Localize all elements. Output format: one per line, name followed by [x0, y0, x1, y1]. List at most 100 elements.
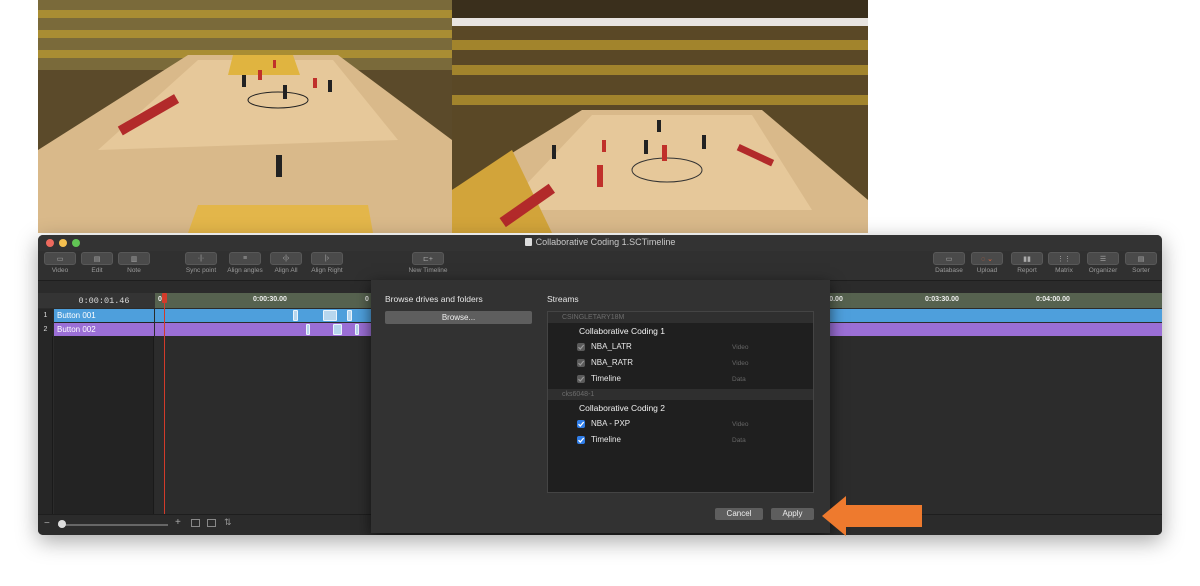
add-row-icon[interactable]: [191, 519, 200, 527]
toolbar-note-button[interactable]: ▥ Note: [116, 252, 152, 280]
toolbar-align-right-button[interactable]: |› Align Right: [306, 252, 348, 280]
stream-row-nba-latr[interactable]: NBA_LATR Video: [548, 340, 813, 354]
toolbar-upload-label: Upload: [976, 267, 998, 274]
timeline-clip[interactable]: [355, 324, 359, 335]
checkmark-icon: [578, 376, 585, 382]
zoom-slider-thumb[interactable]: [58, 520, 66, 528]
stream-row-timeline-2[interactable]: Timeline Data: [548, 433, 813, 447]
toolbar-report-label: Report: [1017, 267, 1037, 274]
row-number: 2: [38, 323, 53, 336]
database-icon: ▭: [933, 252, 965, 265]
align-angles-icon: ≡: [229, 252, 261, 265]
ruler-label: 0:00:30.00: [253, 296, 287, 303]
row-label-button-001[interactable]: Button 001: [54, 309, 154, 322]
timecode-display: 0:00:01.46: [78, 296, 130, 306]
streams-heading: Streams: [547, 294, 579, 304]
toolbar-video-label: Video: [51, 267, 69, 274]
stream-row-timeline-1[interactable]: Timeline Data: [548, 372, 813, 386]
window-title-text: Collaborative Coding 1.SCTimeline: [535, 237, 676, 247]
toolbar-matrix-button[interactable]: ⋮⋮ Matrix: [1046, 252, 1082, 280]
toolbar-sync-point-label: Sync point: [185, 267, 217, 274]
zoom-in-icon[interactable]: +: [175, 517, 181, 528]
toolbar: ▭ Video ▤ Edit ▥ Note ·|· Sync point ≡ Align …: [38, 251, 1162, 281]
report-icon: ▮▮: [1011, 252, 1043, 265]
toolbar-align-all-button[interactable]: ‹|› Align All: [268, 252, 304, 280]
callout-arrow-icon: [822, 496, 922, 536]
playhead[interactable]: [164, 293, 165, 514]
row-number: 1: [38, 309, 53, 322]
ruler-label: 0:04:00.00: [1036, 296, 1070, 303]
toolbar-video-button[interactable]: ▭ Video: [42, 252, 78, 280]
remove-row-icon[interactable]: [207, 519, 216, 527]
toolbar-edit-label: Edit: [91, 267, 103, 274]
basketball-court-image: [38, 0, 452, 233]
toolbar-matrix-label: Matrix: [1055, 267, 1073, 274]
stream-type: Data: [732, 437, 746, 444]
stream-type: Video: [732, 344, 749, 351]
stream-group-header: cks6048-1: [548, 389, 813, 400]
stream-checkbox[interactable]: [577, 436, 585, 444]
document-icon: [524, 238, 532, 246]
stream-row-nba-pxp[interactable]: NBA - PXP Video: [548, 417, 813, 431]
stream-name: Timeline: [591, 374, 621, 383]
matrix-icon: ⋮⋮: [1048, 252, 1080, 265]
timeline-clip[interactable]: [333, 324, 342, 335]
toolbar-report-button[interactable]: ▮▮ Report: [1009, 252, 1045, 280]
playhead-handle[interactable]: [162, 293, 167, 303]
timeline-clip[interactable]: [306, 324, 310, 335]
toolbar-database-button[interactable]: ▭ Database: [931, 252, 967, 280]
toolbar-new-timeline-label: New Timeline: [408, 267, 448, 274]
cancel-button[interactable]: Cancel: [715, 508, 763, 520]
sort-icon[interactable]: ⇅: [224, 517, 232, 528]
stream-type: Video: [732, 360, 749, 367]
browse-button[interactable]: Browse...: [385, 311, 532, 324]
checkmark-icon: [578, 437, 585, 443]
toolbar-organizer-button[interactable]: ☰ Organizer: [1084, 252, 1122, 280]
apply-button[interactable]: Apply: [771, 508, 814, 520]
stream-name: Timeline: [591, 435, 621, 444]
timeline-clip[interactable]: [293, 310, 298, 321]
checkmark-icon: [578, 360, 585, 366]
stream-row-nba-ratr[interactable]: NBA_RATR Video: [548, 356, 813, 370]
toolbar-align-right-label: Align Right: [311, 267, 343, 274]
sync-point-icon: ·|·: [185, 252, 217, 265]
video-pane-right: [452, 0, 868, 233]
toolbar-align-all-label: Align All: [274, 267, 298, 274]
new-timeline-icon: ⊏+: [412, 252, 444, 265]
stream-name: NBA_LATR: [591, 342, 632, 351]
timeline-clip[interactable]: [323, 310, 337, 321]
collection-name: Collaborative Coding 2: [579, 403, 665, 413]
ruler-label: 0:03:30.00: [925, 296, 959, 303]
toolbar-sorter-button[interactable]: ▤ Sorter: [1123, 252, 1159, 280]
browse-heading: Browse drives and folders: [385, 294, 483, 304]
collection-name: Collaborative Coding 1: [579, 326, 665, 336]
stream-name: NBA_RATR: [591, 358, 634, 367]
toolbar-organizer-label: Organizer: [1088, 267, 1118, 274]
row-label-button-002[interactable]: Button 002: [54, 323, 154, 336]
streams-list: CSINGLETARY18M Collaborative Coding 1 NB…: [547, 311, 814, 493]
sorter-icon: ▤: [1125, 252, 1157, 265]
organizer-icon: ☰: [1087, 252, 1119, 265]
ruler-label: 0: [365, 296, 369, 303]
stream-type: Data: [732, 376, 746, 383]
align-right-icon: |›: [311, 252, 343, 265]
stream-name: NBA - PXP: [591, 419, 631, 428]
title-bar: Collaborative Coding 1.SCTimeline: [38, 235, 1162, 251]
stream-checkbox[interactable]: [577, 359, 585, 367]
stream-checkbox[interactable]: [577, 375, 585, 383]
timeline-clip[interactable]: [347, 310, 352, 321]
toolbar-align-angles-button[interactable]: ≡ Align angles: [224, 252, 266, 280]
align-all-icon: ‹|›: [270, 252, 302, 265]
toolbar-new-timeline-button[interactable]: ⊏+ New Timeline: [403, 252, 453, 280]
video-pane-left: [38, 0, 452, 233]
zoom-slider[interactable]: [58, 524, 168, 526]
toolbar-upload-button[interactable]: ◌ ⌄ Upload: [969, 252, 1005, 280]
note-icon: ▥: [118, 252, 150, 265]
stream-checkbox[interactable]: [577, 420, 585, 428]
upload-icon: ◌ ⌄: [971, 252, 1003, 265]
toolbar-sync-point-button[interactable]: ·|· Sync point: [181, 252, 221, 280]
toolbar-edit-button[interactable]: ▤ Edit: [79, 252, 115, 280]
basketball-court-image: [452, 0, 868, 233]
zoom-out-icon[interactable]: −: [44, 518, 50, 529]
stream-checkbox[interactable]: [577, 343, 585, 351]
